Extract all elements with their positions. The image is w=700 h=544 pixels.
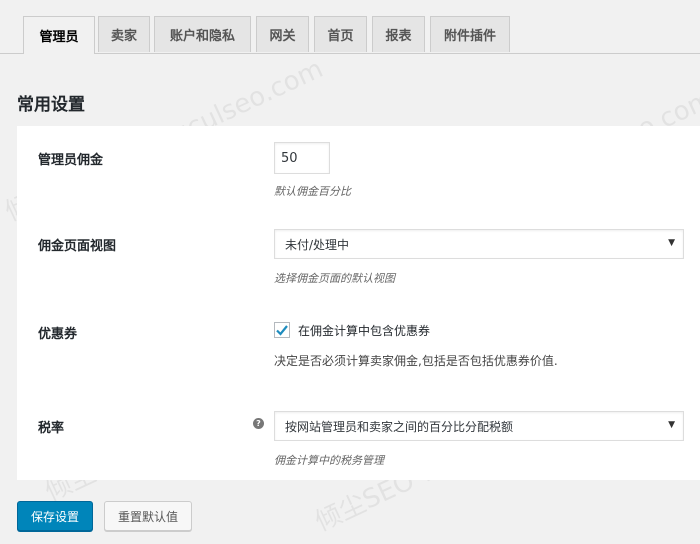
tab-label: 卖家: [110, 29, 137, 44]
commission-view-description: 选择佣金页面的默认视图: [274, 272, 395, 285]
settings-tabs: 管理员 卖家 账户和隐私 网关 首页 报表 附件插件: [0, 0, 700, 54]
commission-view-label: 佣金页面视图: [38, 239, 117, 254]
tab-label: 附件插件: [443, 29, 496, 44]
checkmark-icon: [276, 325, 288, 336]
tax-label: 税率: [38, 421, 65, 436]
tab-reports[interactable]: 报表: [372, 16, 425, 52]
tab-label: 网关: [269, 29, 296, 44]
tab-label: 报表: [385, 29, 412, 44]
commission-input[interactable]: [274, 142, 330, 174]
commission-description: 默认佣金百分比: [274, 185, 351, 198]
tax-description: 佣金计算中的税务管理: [274, 454, 384, 467]
save-settings-button[interactable]: 保存设置: [17, 501, 93, 531]
tab-addons[interactable]: 附件插件: [430, 16, 510, 52]
coupon-description: 决定是否必须计算卖家佣金,包括是否包括优惠券价值.: [274, 354, 558, 368]
chevron-down-icon: ▼: [668, 238, 675, 248]
tab-label: 管理员: [39, 30, 79, 45]
section-title: 常用设置: [17, 95, 85, 115]
chevron-down-icon: ▼: [668, 420, 675, 430]
coupon-label: 优惠券: [38, 327, 78, 342]
help-icon[interactable]: ?: [253, 418, 264, 429]
tab-label: 首页: [327, 29, 354, 44]
tab-admin[interactable]: 管理员: [23, 16, 95, 54]
commission-view-selected: 未付/处理中: [285, 237, 350, 252]
tab-vendor[interactable]: 卖家: [98, 16, 150, 52]
tax-select[interactable]: 按网站管理员和卖家之间的百分比分配税额 ▼: [274, 411, 684, 441]
tab-gateway[interactable]: 网关: [256, 16, 309, 52]
coupon-checkbox[interactable]: [274, 322, 290, 338]
tax-selected: 按网站管理员和卖家之间的百分比分配税额: [285, 419, 514, 434]
commission-label: 管理员佣金: [38, 153, 104, 168]
commission-view-select[interactable]: 未付/处理中 ▼: [274, 229, 684, 259]
tab-home[interactable]: 首页: [314, 16, 367, 52]
tab-account-privacy[interactable]: 账户和隐私: [154, 16, 251, 52]
tab-label: 账户和隐私: [169, 29, 235, 44]
coupon-checkbox-label: 在佣金计算中包含优惠券: [298, 324, 431, 338]
reset-defaults-button[interactable]: 重置默认值: [104, 501, 192, 531]
